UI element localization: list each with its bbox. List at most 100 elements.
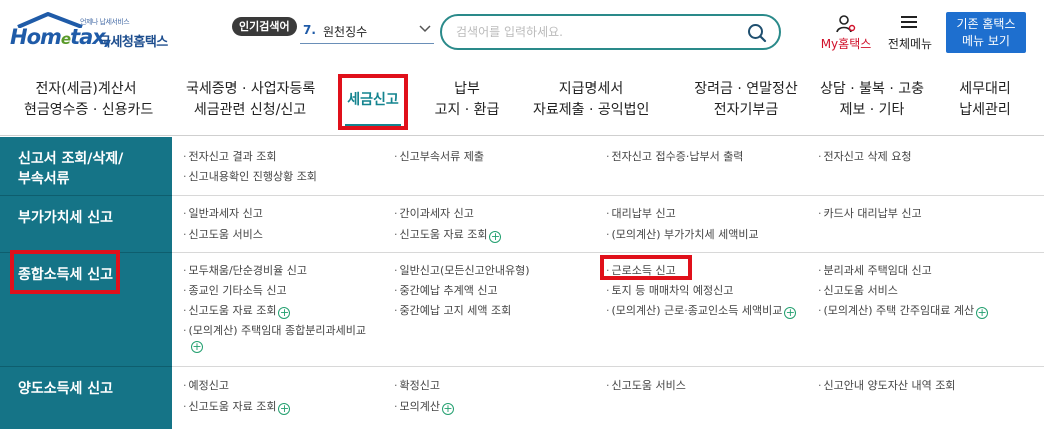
row-heading-line1: 양도소득세 신고	[18, 381, 114, 397]
submenu-link[interactable]: 전자신고 삭제 요청	[818, 150, 912, 164]
submenu-link[interactable]: 신고안내 양도자산 내역 조회	[818, 379, 956, 393]
nav-item-line2: 세금관련 신청/신고	[193, 102, 307, 118]
submenu-link-expandable[interactable]: (모의계산) 근로·종교인소득 세액비교+	[606, 304, 797, 319]
nav-item-line2: 납세관리	[959, 102, 1011, 118]
plus-circle-icon[interactable]: +	[784, 307, 797, 319]
all-menu-label: 전체메뉴	[887, 37, 933, 51]
submenu-link[interactable]: 모두채움/단순경비율 신고	[183, 264, 308, 278]
submenu-link[interactable]: 종교인 기타소득 신고	[183, 284, 287, 298]
hometax-logo[interactable]: 언제나 납세서비스 Hometax, 국세청홈택스	[10, 12, 185, 52]
nav-item-tax-agent[interactable]: 세무대리 납세관리	[954, 79, 1016, 121]
nav-item-line2: 고지 · 환급	[434, 102, 500, 118]
submenu-panel: 신고서 조회/삭제/ 부속서류 전자신고 결과 조회 신고부속서류 제출 전자신…	[0, 137, 1044, 429]
my-hometax-label: My홈택스	[820, 37, 872, 51]
submenu-link[interactable]: 일반과세자 신고	[183, 207, 263, 221]
classic-menu-line1: 기존 홈택스	[956, 17, 1016, 31]
submenu-link-label: (모의계산) 주택 간주임대료 계산	[823, 304, 975, 317]
search-icon[interactable]	[747, 23, 767, 43]
row-heading-line1: 부가가치세 신고	[18, 210, 114, 226]
highlight-box-income-tax	[10, 250, 120, 294]
nav-item-line2: 제보 · 기타	[839, 102, 905, 118]
submenu-row-vat: 부가가치세 신고 일반과세자 신고 간이과세자 신고 대리납부 신고 카드사 대…	[0, 196, 1044, 253]
popular-search-badge: 인기검색어	[232, 17, 297, 36]
submenu-link[interactable]: 중간예납 고지 세액 조회	[394, 304, 512, 318]
my-hometax-link[interactable]: My홈택스	[816, 14, 876, 54]
nav-item-line1: 납부	[454, 81, 480, 97]
plus-circle-icon[interactable]: +	[441, 403, 454, 415]
submenu-row-returns: 신고서 조회/삭제/ 부속서류 전자신고 결과 조회 신고부속서류 제출 전자신…	[0, 137, 1044, 196]
submenu-link[interactable]: 카드사 대리납부 신고	[818, 207, 922, 221]
row-heading[interactable]: 양도소득세 신고	[0, 367, 172, 429]
submenu-link[interactable]: 전자신고 결과 조회	[183, 150, 277, 164]
nav-item-line1: 지급명세서	[558, 81, 624, 97]
submenu-link[interactable]: 중간예납 추계액 신고	[394, 284, 498, 298]
popular-search-select[interactable]: 7. 원천징수	[300, 18, 434, 44]
classic-menu-button[interactable]: 기존 홈택스 메뉴 보기	[946, 12, 1026, 53]
submenu-link[interactable]: 간이과세자 신고	[394, 207, 474, 221]
submenu-link-expandable[interactable]: 신고도움 자료 조회+	[183, 400, 291, 415]
submenu-link[interactable]: (모의계산) 주택임대 종합분리과세비교	[183, 324, 367, 338]
row-heading[interactable]: 부가가치세 신고	[0, 196, 172, 252]
highlight-box-tax-filing	[338, 74, 408, 130]
submenu-link-expandable[interactable]: 신고도움 자료 조회+	[394, 228, 502, 243]
submenu-link-expandable[interactable]: (모의계산) 주택 간주임대료 계산+	[818, 304, 989, 319]
plus-circle-icon[interactable]: +	[278, 403, 291, 415]
nav-item-line2: 현금영수증 · 신용카드	[24, 102, 154, 118]
user-icon	[836, 15, 856, 33]
search-input[interactable]	[456, 23, 736, 41]
highlight-box-earned-income	[600, 255, 692, 280]
submenu-link[interactable]: 신고도움 서비스	[183, 228, 263, 242]
submenu-link-label: 신고도움 자료 조회	[188, 400, 277, 413]
nav-item-line1: 상담 · 불복 · 고충	[820, 81, 924, 97]
nav-item-line2: 전자기부금	[713, 102, 779, 118]
row-heading-line1: 신고서 조회/삭제/	[18, 151, 124, 167]
logo-subtitle: 국세청홈택스	[99, 35, 168, 50]
nav-item-line1: 국세증명 · 사업자등록	[186, 81, 316, 97]
submenu-link[interactable]: 신고도움 서비스	[606, 379, 686, 393]
plus-circle-icon[interactable]: +	[976, 307, 989, 319]
submenu-link[interactable]: 신고부속서류 제출	[394, 150, 484, 164]
all-menu-button[interactable]: 전체메뉴	[882, 14, 938, 54]
submenu-link-label: 모의계산	[399, 400, 440, 413]
chevron-down-icon	[419, 25, 431, 33]
submenu-link[interactable]: 신고내용확인 진행상황 조회	[183, 170, 317, 184]
plus-circle-icon[interactable]: +	[489, 231, 502, 243]
search-box	[440, 14, 781, 50]
nav-item-line1: 장려금 · 연말정산	[694, 81, 798, 97]
submenu-row-income-tax: 종합소득세 신고 모두채움/단순경비율 신고 일반신고(모든신고안내유형) 근로…	[0, 253, 1044, 367]
nav-item-certificates[interactable]: 국세증명 · 사업자등록 세금관련 신청/신고	[186, 79, 316, 121]
nav-item-payment[interactable]: 납부 고지 · 환급	[432, 79, 502, 121]
submenu-link[interactable]: (모의계산) 부가가치세 세액비교	[606, 228, 759, 242]
nav-item-line1: 세무대리	[959, 81, 1011, 97]
nav-item-consulting[interactable]: 상담 · 불복 · 고충 제보 · 기타	[820, 79, 924, 121]
submenu-link[interactable]: 전자신고 접수증·납부서 출력	[606, 150, 744, 164]
submenu-link[interactable]: 신고도움 서비스	[818, 284, 898, 298]
row-heading[interactable]: 신고서 조회/삭제/ 부속서류	[0, 137, 172, 195]
logo-wordmark: Hometax,	[10, 25, 113, 49]
submenu-row-capital-gains: 양도소득세 신고 예정신고 확정신고 신고도움 서비스 신고안내 양도자산 내역…	[0, 367, 1044, 429]
plus-circle-icon[interactable]: +	[278, 307, 291, 319]
submenu-link-expandable[interactable]: 신고도움 자료 조회+	[183, 304, 291, 319]
submenu-link[interactable]: 대리납부 신고	[606, 207, 676, 221]
submenu-link-label: (모의계산) 근로·종교인소득 세액비교	[611, 304, 783, 317]
nav-item-incentives[interactable]: 장려금 · 연말정산 전자기부금	[684, 79, 808, 121]
nav-item-line1: 전자(세금)계산서	[35, 81, 137, 97]
hamburger-menu-icon	[901, 16, 917, 28]
submenu-link-expandable[interactable]: 모의계산+	[394, 400, 454, 415]
popular-term: 원천징수	[323, 25, 368, 39]
submenu-link-label: 신고도움 자료 조회	[399, 228, 488, 241]
main-nav: 전자(세금)계산서 현금영수증 · 신용카드 국세증명 · 사업자등록 세금관련…	[0, 66, 1044, 136]
nav-item-line2: 자료제출 · 공익법인	[533, 102, 650, 118]
popular-rank: 7.	[303, 23, 316, 37]
plus-circle-icon[interactable]: +	[191, 341, 203, 353]
submenu-link[interactable]: 일반신고(모든신고안내유형)	[394, 264, 530, 278]
submenu-link[interactable]: 토지 등 매매차익 예정신고	[606, 284, 734, 298]
row-heading-line2: 부속서류	[18, 171, 70, 187]
submenu-link[interactable]: 분리과세 주택임대 신고	[818, 264, 932, 278]
nav-item-payment-statements[interactable]: 지급명세서 자료제출 · 공익법인	[533, 79, 649, 121]
submenu-link[interactable]: 확정신고	[394, 379, 440, 393]
submenu-link[interactable]: 예정신고	[183, 379, 229, 393]
header: 언제나 납세서비스 Hometax, 국세청홈택스 인기검색어 7. 원천징수 …	[0, 0, 1044, 66]
nav-item-e-invoice[interactable]: 전자(세금)계산서 현금영수증 · 신용카드	[24, 79, 154, 121]
submenu-link-label: 신고도움 자료 조회	[188, 304, 277, 317]
